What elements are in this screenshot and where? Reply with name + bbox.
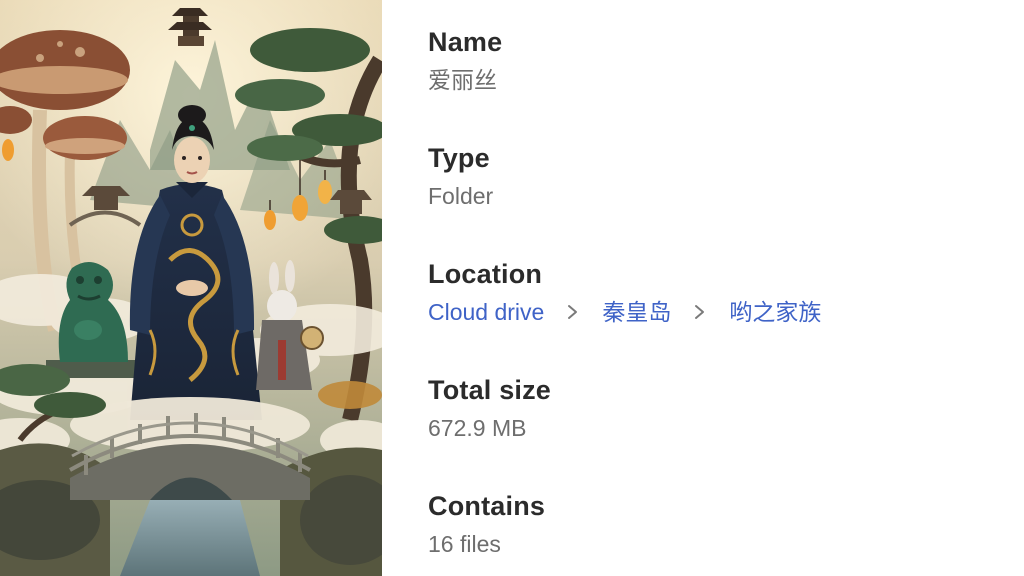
type-field: Type Folder	[428, 142, 988, 210]
contains-field: Contains 16 files	[428, 490, 988, 558]
type-value: Folder	[428, 183, 494, 209]
folder-details-panel: Name 爱丽丝 Type Folder Location Cloud driv…	[382, 0, 1024, 576]
breadcrumb-cloud-drive[interactable]: Cloud drive	[428, 298, 544, 326]
type-label: Type	[428, 143, 490, 173]
name-field: Name 爱丽丝	[428, 26, 988, 94]
contains-value: 16 files	[428, 531, 501, 557]
folder-cover-artwork	[0, 0, 382, 576]
contains-label: Contains	[428, 491, 546, 521]
chevron-right-icon	[558, 298, 588, 326]
total-size-label: Total size	[428, 375, 552, 405]
file-details-view: Name 爱丽丝 Type Folder Location Cloud driv…	[0, 0, 1024, 576]
name-value: 爱丽丝	[428, 67, 497, 93]
location-label: Location	[428, 259, 543, 289]
breadcrumb-qinhuangdao[interactable]: 秦皇岛	[602, 298, 671, 326]
breadcrumb-family-folder[interactable]: 哟之家族	[729, 298, 821, 326]
location-field: Location Cloud drive 秦皇岛 哟之家族	[428, 258, 988, 326]
total-size-field: Total size 672.9 MB	[428, 374, 988, 442]
location-breadcrumb: Cloud drive 秦皇岛 哟之家族	[428, 298, 988, 326]
name-label: Name	[428, 27, 503, 57]
chevron-right-icon	[685, 298, 715, 326]
total-size-value: 672.9 MB	[428, 415, 527, 441]
